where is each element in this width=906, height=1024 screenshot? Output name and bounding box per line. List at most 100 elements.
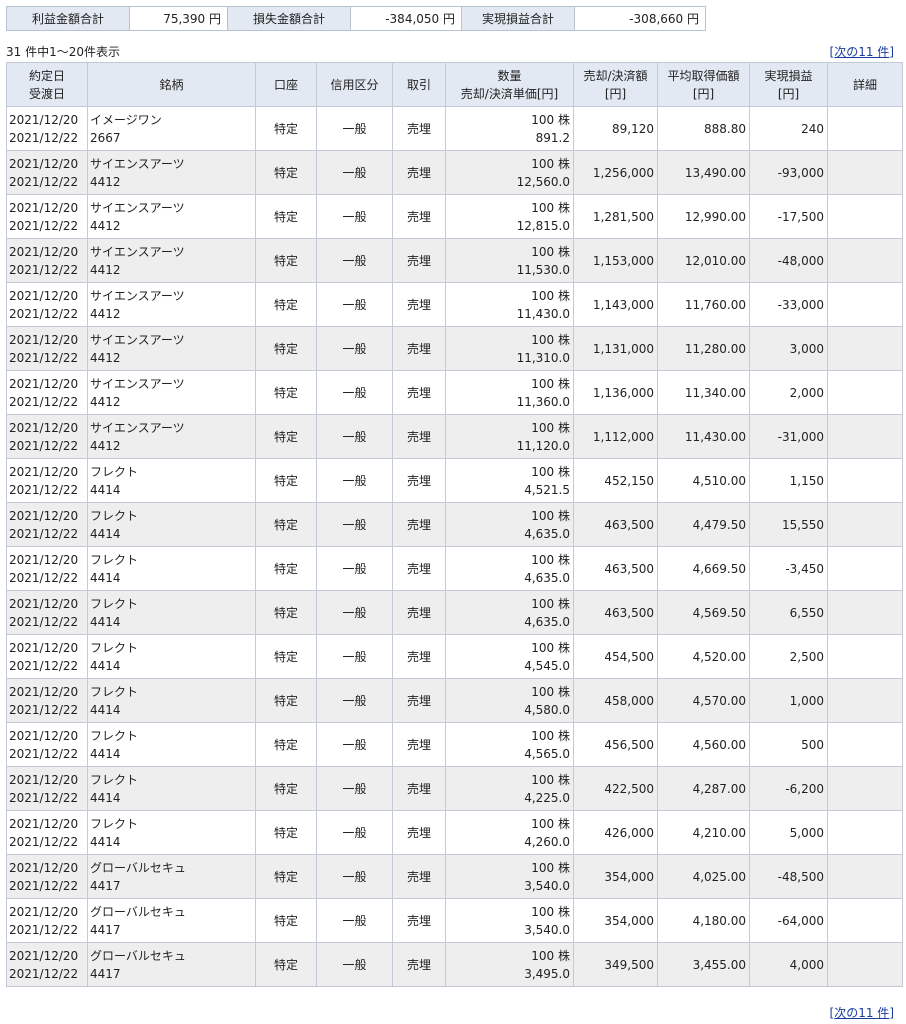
margin-cell: 一般 xyxy=(316,678,393,723)
stock-name: フレクト xyxy=(90,816,139,831)
table-row: 2021/12/20 2021/12/22 サイエンスアーツ 4412 特定 一般 売埋 10… xyxy=(6,414,903,459)
date-cell: 2021/12/20 2021/12/22 xyxy=(6,546,88,591)
unit-price: 4,521.5 xyxy=(524,482,570,497)
trade-cell: 売埋 xyxy=(392,238,446,283)
quantity: 100 株 xyxy=(531,200,570,215)
stock-name: フレクト xyxy=(90,464,139,479)
unit-price: 3,540.0 xyxy=(524,878,570,893)
account-cell: 特定 xyxy=(255,282,317,327)
avg-cost-cell: 4,560.00 xyxy=(657,722,750,767)
table-header-row: 約定日 受渡日 銘柄 口座 信用区分 取引 数量 売却/決済単価[円] 売却/決済額… xyxy=(6,62,903,107)
qty-cell: 100 株 11,360.0 xyxy=(445,370,574,415)
pnl-cell: 15,550 xyxy=(749,502,828,547)
pnl-cell: 1,150 xyxy=(749,458,828,503)
next-page-link-bottom[interactable]: 次の11 件 xyxy=(834,1006,889,1020)
settle-date: 2021/12/22 xyxy=(9,350,79,365)
avg-cost-cell: 11,280.00 xyxy=(657,326,750,371)
qty-cell: 100 株 4,521.5 xyxy=(445,458,574,503)
avg-cost-cell: 4,510.00 xyxy=(657,458,750,503)
amount-cell: 1,256,000 xyxy=(573,150,658,195)
qty-cell: 100 株 12,560.0 xyxy=(445,150,574,195)
settle-date: 2021/12/22 xyxy=(9,306,79,321)
amount-cell: 354,000 xyxy=(573,898,658,943)
date-cell: 2021/12/20 2021/12/22 xyxy=(6,678,88,723)
margin-cell: 一般 xyxy=(316,766,393,811)
date-cell: 2021/12/20 2021/12/22 xyxy=(6,106,88,151)
margin-cell: 一般 xyxy=(316,326,393,371)
stock-cell: サイエンスアーツ 4412 xyxy=(87,414,256,459)
settle-date: 2021/12/22 xyxy=(9,790,79,805)
profit-total-label: 利益金額合計 xyxy=(6,6,130,31)
account-cell: 特定 xyxy=(255,546,317,591)
avg-cost-cell: 4,669.50 xyxy=(657,546,750,591)
account-cell: 特定 xyxy=(255,678,317,723)
stock-cell: グローバルセキュ 4417 xyxy=(87,942,256,987)
margin-cell: 一般 xyxy=(316,414,393,459)
quantity: 100 株 xyxy=(531,552,570,567)
stock-cell: フレクト 4414 xyxy=(87,546,256,591)
pnl-cell: -3,450 xyxy=(749,546,828,591)
table-row: 2021/12/20 2021/12/22 イメージワン 2667 特定 一般 売埋 100 … xyxy=(6,106,903,151)
stock-code: 4414 xyxy=(90,526,121,541)
stock-code: 4414 xyxy=(90,658,121,673)
stock-name: グローバルセキュ xyxy=(90,904,186,919)
table-row: 2021/12/20 2021/12/22 サイエンスアーツ 4412 特定 一般 売埋 10… xyxy=(6,194,903,239)
next-page-link-top[interactable]: 次の11 件 xyxy=(834,45,889,59)
avg-cost-cell: 4,180.00 xyxy=(657,898,750,943)
stock-code: 4414 xyxy=(90,834,121,849)
stock-cell: サイエンスアーツ 4412 xyxy=(87,326,256,371)
amount-cell: 426,000 xyxy=(573,810,658,855)
quantity: 100 株 xyxy=(531,288,570,303)
unit-price: 4,580.0 xyxy=(524,702,570,717)
table-row: 2021/12/20 2021/12/22 フレクト 4414 特定 一般 売埋 100 株4… xyxy=(6,634,903,679)
detail-cell xyxy=(827,634,903,679)
avg-cost-cell: 888.80 xyxy=(657,106,750,151)
pnl-cell: -17,500 xyxy=(749,194,828,239)
trade-history-table: 約定日 受渡日 銘柄 口座 信用区分 取引 数量 売却/決済単価[円] 売却/決済額… xyxy=(6,62,903,987)
col-pnl: 実現損益 [円] xyxy=(749,62,828,107)
detail-cell xyxy=(827,810,903,855)
quantity: 100 株 xyxy=(531,640,570,655)
account-cell: 特定 xyxy=(255,766,317,811)
trade-cell: 売埋 xyxy=(392,942,446,987)
account-cell: 特定 xyxy=(255,370,317,415)
trade-date: 2021/12/20 xyxy=(9,948,79,963)
detail-cell xyxy=(827,766,903,811)
trade-cell: 売埋 xyxy=(392,326,446,371)
qty-cell: 100 株 4,260.0 xyxy=(445,810,574,855)
date-cell: 2021/12/20 2021/12/22 xyxy=(6,854,88,899)
amount-cell: 463,500 xyxy=(573,502,658,547)
trade-date: 2021/12/20 xyxy=(9,112,79,127)
trade-cell: 売埋 xyxy=(392,458,446,503)
account-cell: 特定 xyxy=(255,722,317,767)
settle-date: 2021/12/22 xyxy=(9,746,79,761)
col-trade: 取引 xyxy=(392,62,446,107)
trade-cell: 売埋 xyxy=(392,854,446,899)
amount-cell: 89,120 xyxy=(573,106,658,151)
col-account: 口座 xyxy=(255,62,317,107)
date-cell: 2021/12/20 2021/12/22 xyxy=(6,634,88,679)
detail-cell xyxy=(827,722,903,767)
settle-date: 2021/12/22 xyxy=(9,614,79,629)
avg-cost-cell: 4,569.50 xyxy=(657,590,750,635)
avg-cost-cell: 11,430.00 xyxy=(657,414,750,459)
trade-cell: 売埋 xyxy=(392,766,446,811)
stock-code: 4412 xyxy=(90,438,121,453)
date-cell: 2021/12/20 2021/12/22 xyxy=(6,238,88,283)
trade-date: 2021/12/20 xyxy=(9,464,79,479)
quantity: 100 株 xyxy=(531,332,570,347)
pnl-cell: 1,000 xyxy=(749,678,828,723)
stock-code: 4412 xyxy=(90,174,121,189)
trade-cell: 売埋 xyxy=(392,546,446,591)
avg-cost-cell: 12,990.00 xyxy=(657,194,750,239)
trade-date: 2021/12/20 xyxy=(9,596,79,611)
margin-cell: 一般 xyxy=(316,370,393,415)
avg-cost-cell: 11,340.00 xyxy=(657,370,750,415)
amount-cell: 1,281,500 xyxy=(573,194,658,239)
unit-price: 4,260.0 xyxy=(524,834,570,849)
stock-code: 4414 xyxy=(90,790,121,805)
stock-code: 4412 xyxy=(90,262,121,277)
unit-price: 3,495.0 xyxy=(524,966,570,981)
unit-price: 4,565.0 xyxy=(524,746,570,761)
date-cell: 2021/12/20 2021/12/22 xyxy=(6,810,88,855)
